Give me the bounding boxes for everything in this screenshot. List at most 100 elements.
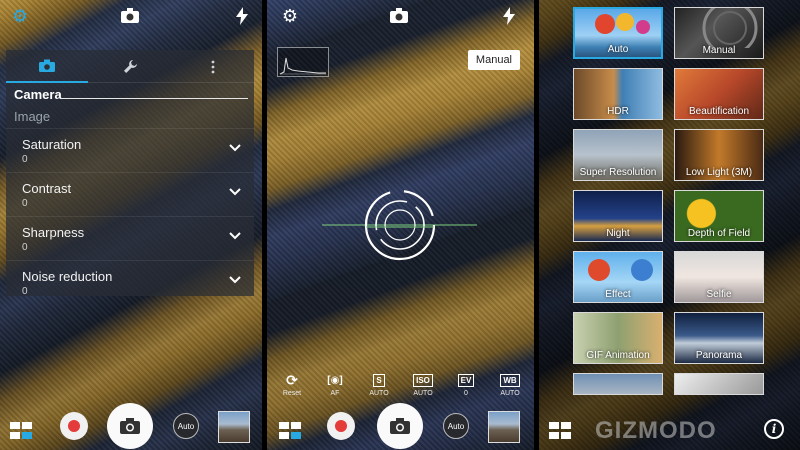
camera-icon (120, 418, 140, 434)
mode-label: Auto (607, 44, 629, 55)
mode-label: Effect (605, 289, 631, 300)
mode-label: Selfie (706, 289, 732, 300)
setting-row-sharpness[interactable]: Sharpness 0 (6, 216, 254, 260)
auto-mode-button[interactable]: Auto (173, 413, 199, 439)
focus-ring[interactable] (362, 187, 438, 263)
shutter-speed-control[interactable]: S AUTO (364, 372, 394, 397)
mode-super-resolution[interactable]: Super Resolution (573, 129, 663, 181)
wrench-icon (123, 60, 137, 73)
mode-beautification[interactable]: Beautification (674, 68, 764, 120)
mode-grid-icon[interactable] (279, 422, 303, 440)
more-vertical-icon (211, 60, 215, 73)
control-caption: AF (330, 390, 340, 397)
focus-icon: [◉] (327, 374, 343, 386)
control-caption: Reset (282, 390, 302, 397)
mode-label: Manual (702, 45, 736, 56)
flash-icon[interactable] (232, 6, 252, 26)
balloons-icon (588, 259, 653, 281)
lens-icon (702, 8, 758, 56)
manual-controls: ⟳ Reset [◉] AF S AUTO ISO AUTO EV 0 WB A… (277, 372, 524, 402)
tab-camera[interactable] (6, 50, 88, 83)
reset-control[interactable]: ⟳ Reset (277, 371, 307, 398)
mode-auto[interactable]: Auto (573, 7, 663, 59)
control-caption: 0 (464, 390, 468, 397)
setting-row-contrast[interactable]: Contrast 0 (6, 172, 254, 216)
mode-gif-animation[interactable]: GIF Animation (573, 312, 663, 364)
mode-panorama[interactable]: Panorama (674, 312, 764, 364)
settings-gear-icon[interactable]: ⚙ (280, 6, 300, 26)
tab-tools[interactable] (89, 50, 171, 83)
chevron-down-icon (229, 188, 241, 196)
mode-hdr[interactable]: HDR (573, 68, 663, 120)
section-image: Image (14, 109, 51, 124)
gallery-thumbnail[interactable] (218, 411, 250, 443)
switch-camera-icon[interactable] (389, 6, 409, 26)
ev-control[interactable]: EV 0 (451, 372, 481, 397)
mode-manual[interactable]: Manual (674, 7, 764, 59)
settings-panel: Camera Image Saturation 0 Contrast 0 Sha… (6, 50, 254, 297)
setting-label: Noise reduction (22, 269, 113, 284)
mode-grid-icon[interactable] (549, 422, 573, 440)
chevron-down-icon (229, 276, 241, 284)
mode-depth-of-field[interactable]: Depth of Field (674, 190, 764, 242)
shutter-button[interactable] (107, 403, 153, 449)
setting-label: Saturation (22, 137, 82, 152)
histogram (277, 47, 329, 77)
gizmodo-watermark: GIZMODO (595, 417, 717, 444)
chevron-down-icon (229, 144, 241, 152)
mode-label: Panorama (695, 350, 743, 361)
manual-mode-button[interactable]: Manual (467, 50, 520, 70)
control-caption: AUTO (369, 390, 389, 397)
iso-control[interactable]: ISO AUTO (408, 372, 438, 397)
bottom-bar: Auto (0, 402, 262, 450)
mode-night[interactable]: Night (573, 190, 663, 242)
gallery-thumbnail[interactable] (488, 411, 520, 443)
settings-gear-icon[interactable]: ⚙ (10, 6, 30, 26)
mode-label: Beautification (688, 106, 750, 117)
auto-mode-button[interactable]: Auto (443, 413, 469, 439)
section-camera: Camera (14, 87, 62, 102)
iso-icon: ISO (413, 373, 433, 387)
switch-camera-icon[interactable] (120, 6, 140, 26)
control-caption: AUTO (500, 390, 520, 397)
af-control[interactable]: [◉] AF (320, 372, 350, 398)
mode-extra-2[interactable] (674, 373, 764, 395)
mode-grid-icon[interactable] (10, 422, 34, 440)
top-bar: ⚙ (267, 0, 534, 30)
mode-label: HDR (607, 106, 629, 117)
manual-mode-screen: ⚙ Manual ⟳ Reset [◉] AF S AUTO ISO AUTO … (267, 0, 534, 450)
setting-value: 0 (22, 154, 28, 165)
mode-effect[interactable]: Effect (573, 251, 663, 303)
setting-row-saturation[interactable]: Saturation 0 (6, 128, 254, 172)
camera-icon (390, 418, 410, 434)
mode-label: Super Resolution (579, 167, 657, 178)
mode-low-light[interactable]: Low Light (3M) (674, 129, 764, 181)
setting-row-noise-reduction[interactable]: Noise reduction 0 (6, 260, 254, 304)
chevron-down-icon (229, 232, 241, 240)
record-video-button[interactable] (327, 412, 355, 440)
wb-control[interactable]: WB AUTO (495, 372, 525, 397)
info-icon[interactable]: i (764, 419, 784, 439)
balloons-icon (595, 13, 650, 34)
mode-label: Night (606, 228, 630, 239)
reset-icon: ⟳ (286, 371, 298, 388)
tab-more[interactable] (172, 50, 254, 83)
record-video-button[interactable] (60, 412, 88, 440)
bottom-bar: Auto (267, 402, 534, 450)
setting-value: 0 (22, 198, 28, 209)
section-divider (60, 98, 248, 99)
shutter-button[interactable] (377, 403, 423, 449)
setting-label: Sharpness (22, 225, 85, 240)
control-caption: AUTO (413, 390, 433, 397)
camera-settings-screen: ⚙ Camera Image Saturation 0 Contrast 0 S… (0, 0, 262, 450)
top-bar: ⚙ (0, 0, 262, 30)
mode-selfie[interactable]: Selfie (674, 251, 764, 303)
setting-label: Contrast (22, 181, 72, 196)
mode-selector-screen: Auto HDR Super Resolution Night Effect G… (539, 0, 800, 450)
mode-extra-1[interactable] (573, 373, 663, 395)
flash-icon[interactable] (499, 6, 519, 26)
mode-label: Depth of Field (687, 228, 751, 239)
mode-label: GIF Animation (586, 350, 650, 361)
settings-tabs (6, 50, 254, 83)
ev-icon: EV (457, 373, 475, 387)
